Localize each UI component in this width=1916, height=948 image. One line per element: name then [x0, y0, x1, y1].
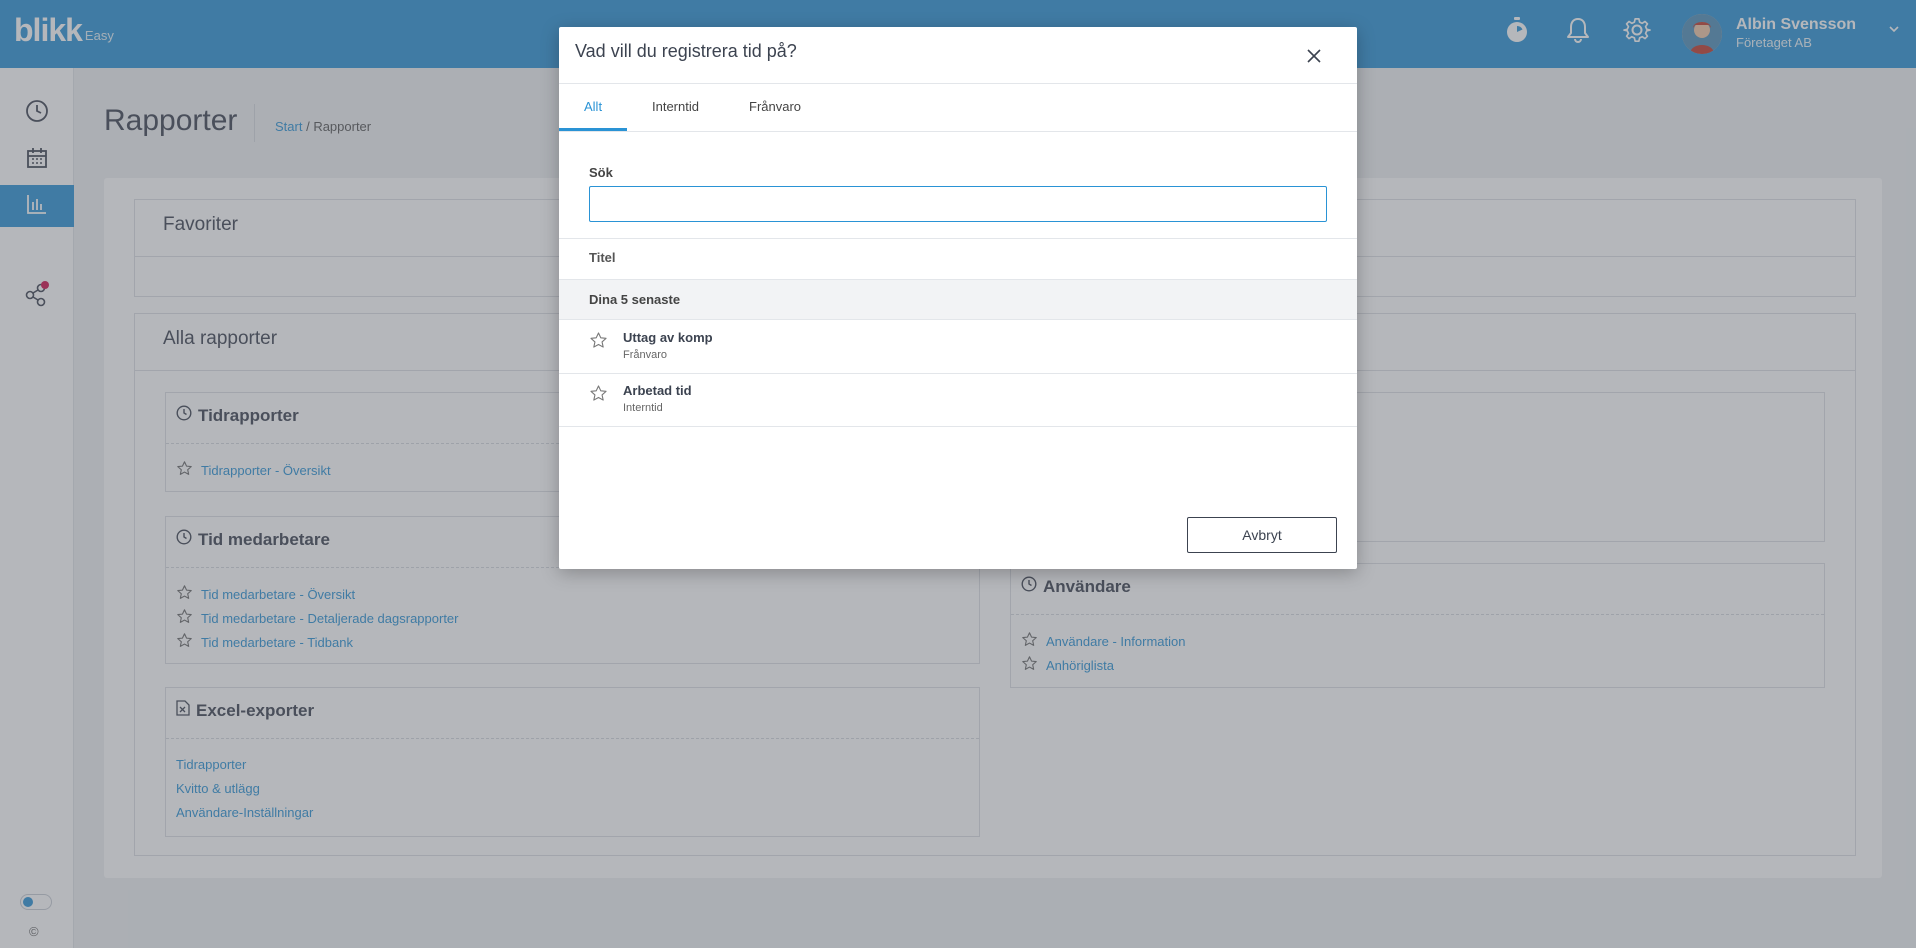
close-button[interactable]	[1299, 43, 1329, 73]
close-icon	[1306, 48, 1322, 69]
cancel-button[interactable]: Avbryt	[1187, 517, 1337, 553]
search-divider	[559, 238, 1357, 239]
list-item[interactable]: Arbetad tid Interntid	[559, 374, 1357, 427]
star-icon[interactable]	[589, 331, 608, 355]
tab-all[interactable]: Allt	[584, 99, 602, 114]
tabs-divider	[559, 131, 1357, 132]
dialog-header-divider	[559, 83, 1357, 84]
register-time-dialog: Vad vill du registrera tid på? Allt Inte…	[559, 27, 1357, 569]
tab-internal-time[interactable]: Interntid	[652, 99, 699, 114]
list-item[interactable]: Uttag av komp Frånvaro	[559, 321, 1357, 374]
item-category: Frånvaro	[623, 349, 668, 361]
search-input[interactable]	[589, 186, 1327, 222]
search-label: Sök	[589, 165, 613, 180]
item-category: Interntid	[623, 402, 663, 414]
star-icon[interactable]	[589, 384, 608, 408]
recent-group-label: Dina 5 senaste	[589, 292, 681, 307]
item-title: Arbetad tid	[623, 383, 692, 398]
tab-absence[interactable]: Frånvaro	[749, 99, 801, 114]
column-header-title: Titel	[589, 250, 616, 265]
recent-group-header: Dina 5 senaste	[559, 279, 1357, 320]
dialog-title: Vad vill du registrera tid på?	[575, 41, 797, 61]
item-title: Uttag av komp	[623, 330, 713, 345]
